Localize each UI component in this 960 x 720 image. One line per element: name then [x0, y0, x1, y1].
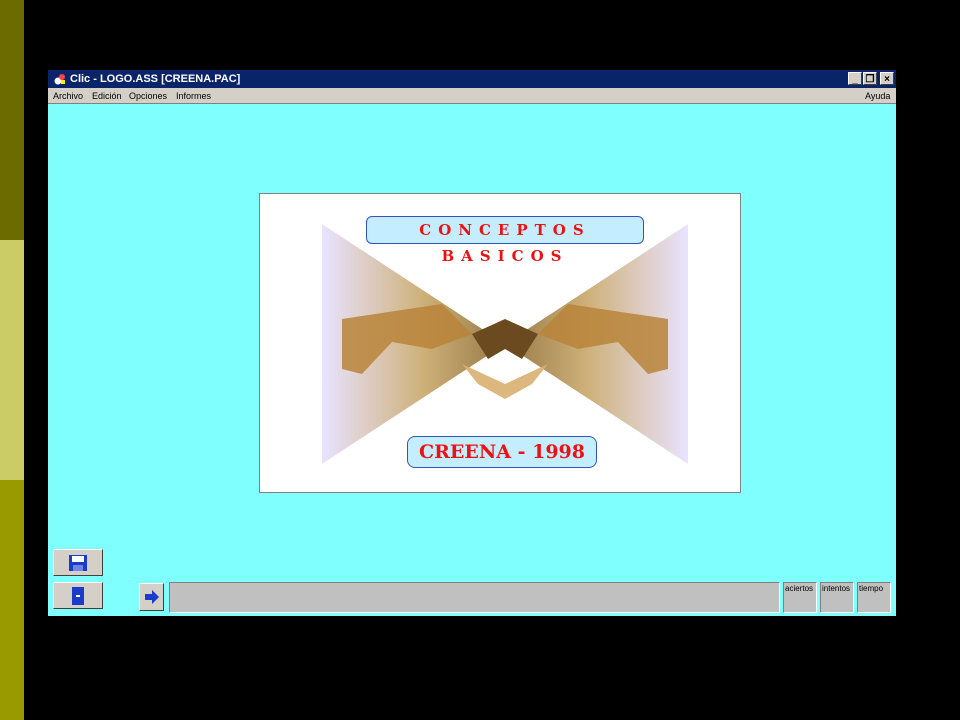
menu-edicion[interactable]: Edición [92, 88, 122, 104]
slide-stripe-light [0, 240, 24, 480]
intentos-counter: intentos [820, 582, 854, 613]
slide-stripe-olive [0, 480, 24, 720]
activity-area: CONCEPTOS BASICOS CREENA - 1998 [48, 104, 896, 616]
exit-door-icon [72, 586, 84, 605]
aciertos-label: aciertos [785, 584, 814, 593]
next-button[interactable] [139, 583, 164, 611]
menu-bar: Archivo Edición Opciones Informes Ayuda [48, 88, 896, 104]
minimize-button[interactable]: _ [848, 72, 862, 85]
save-icon [69, 554, 87, 571]
menu-archivo[interactable]: Archivo [53, 88, 83, 104]
title-banner: CONCEPTOS BASICOS [366, 216, 644, 265]
app-icon [54, 74, 65, 85]
title-picture: CONCEPTOS BASICOS CREENA - 1998 [259, 193, 741, 493]
menu-informes[interactable]: Informes [176, 88, 211, 104]
clic-window: Clic - LOGO.ASS [CREENA.PAC] _ ❐ × Archi… [48, 70, 896, 616]
intentos-label: intentos [822, 584, 851, 593]
message-bar [169, 582, 780, 613]
close-button[interactable]: × [880, 72, 894, 85]
restore-button[interactable]: ❐ [863, 72, 877, 85]
menu-ayuda[interactable]: Ayuda [865, 88, 890, 104]
menu-opciones[interactable]: Opciones [129, 88, 167, 104]
next-arrow-icon [144, 590, 159, 604]
tiempo-label: tiempo [859, 584, 884, 593]
exit-button[interactable] [53, 582, 103, 609]
title-bar[interactable]: Clic - LOGO.ASS [CREENA.PAC] _ ❐ × [48, 70, 896, 88]
author-banner: CREENA - 1998 [407, 436, 597, 468]
tiempo-counter: tiempo [857, 582, 891, 613]
slide-stripe-dark [0, 0, 24, 240]
window-title: Clic - LOGO.ASS [CREENA.PAC] [70, 73, 241, 85]
aciertos-counter: aciertos [783, 582, 817, 613]
save-button[interactable] [53, 549, 103, 576]
